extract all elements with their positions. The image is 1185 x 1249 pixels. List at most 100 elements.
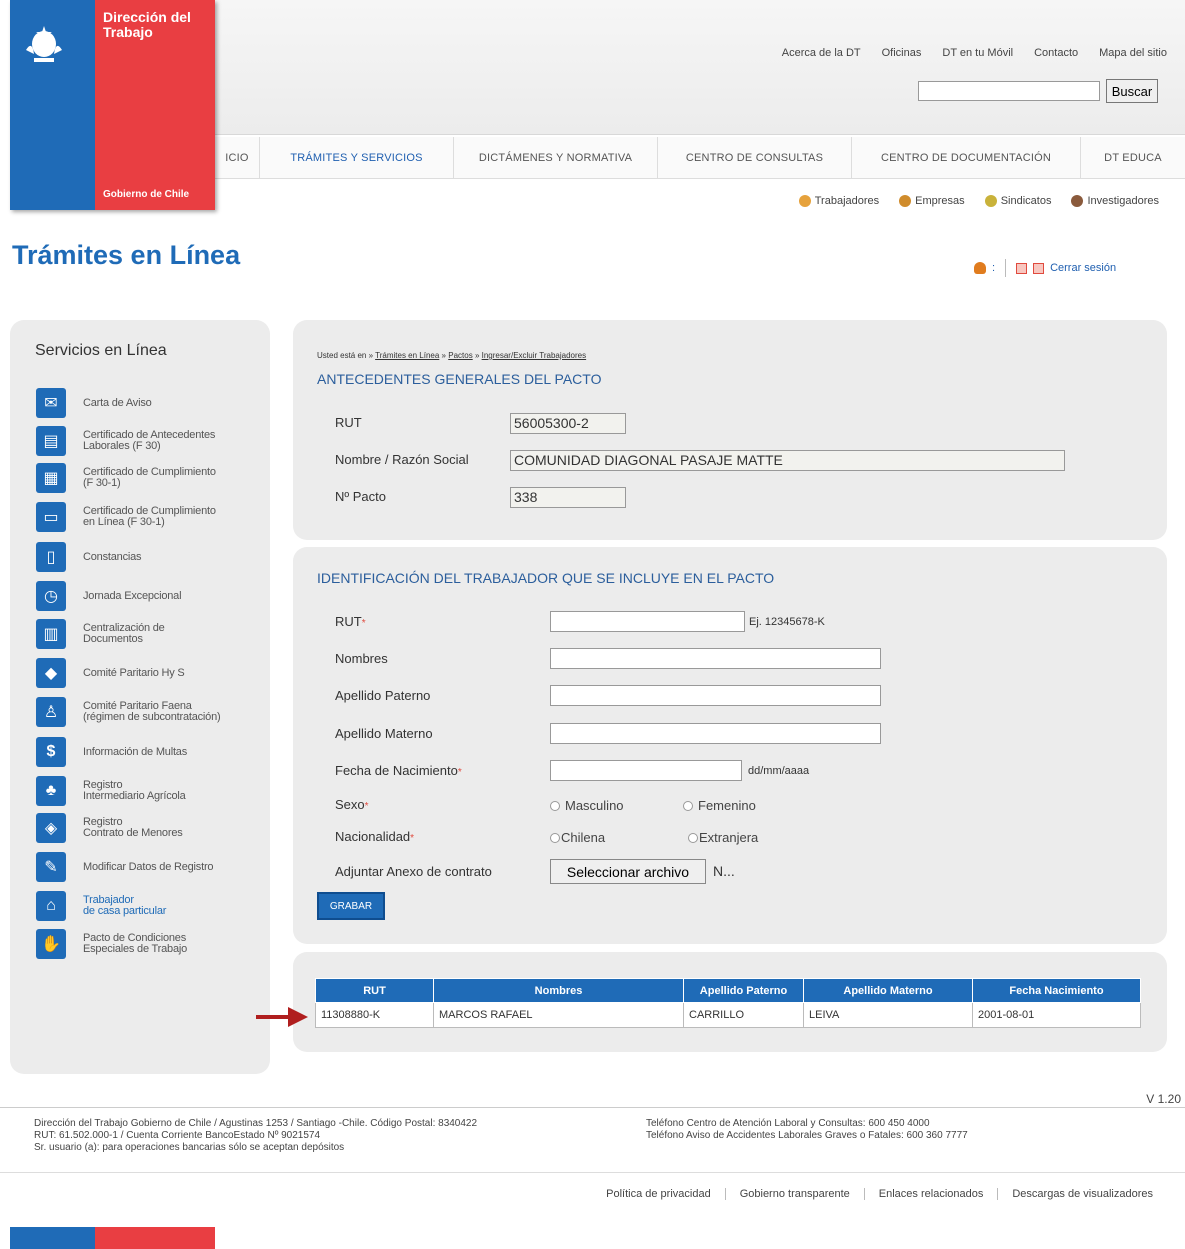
footer-line: RUT: 61.502.000-1 / Cuenta Corriente Ban… bbox=[34, 1130, 321, 1141]
footer-link-enlaces[interactable]: Enlaces relacionados bbox=[863, 1188, 998, 1200]
usertype-empresas[interactable]: Empresas bbox=[899, 195, 965, 207]
breadcrumb-prefix: Usted está en » bbox=[317, 351, 374, 360]
sidebar-item-comite-faena[interactable]: ♙ Comité Paritario Faena (régimen de subc… bbox=[36, 697, 221, 727]
nat-radio-chilena[interactable]: Chilena bbox=[550, 830, 605, 845]
required-mark: * bbox=[457, 767, 462, 778]
breadcrumb-current[interactable]: Ingresar/Excluir Trabajadores bbox=[482, 351, 587, 360]
toplink-acerca[interactable]: Acerca de la DT bbox=[782, 47, 861, 59]
worker-icon: ♙ bbox=[36, 697, 66, 727]
radio-label: Extranjera bbox=[699, 830, 759, 845]
sidebar-item-f30-1[interactable]: ▦ Certificado de Cumplimiento (F 30-1) bbox=[36, 463, 216, 493]
edit-icon: ✎ bbox=[36, 852, 66, 882]
footer-line: Teléfono Aviso de Accidentes Laborales G… bbox=[646, 1130, 968, 1141]
nav-dt-educa[interactable]: DT EDUCA bbox=[1081, 137, 1185, 179]
logout-link[interactable]: Cerrar sesión bbox=[1050, 262, 1116, 274]
footer-divider bbox=[0, 1107, 1185, 1108]
usertype-investigadores[interactable]: Investigadores bbox=[1071, 195, 1159, 207]
general-panel: Usted está en » Trámites en Línea » Pact… bbox=[293, 320, 1167, 540]
footer-brand-bar bbox=[10, 1227, 215, 1249]
nav-inicio[interactable]: ICIO bbox=[215, 137, 260, 179]
toplink-mapa[interactable]: Mapa del sitio bbox=[1099, 47, 1167, 59]
breadcrumb-pactos[interactable]: Pactos bbox=[448, 351, 472, 360]
breadcrumb-tramites[interactable]: Trámites en Línea bbox=[375, 351, 439, 360]
handshake-icon: ✋ bbox=[36, 929, 66, 959]
nombres-input[interactable] bbox=[550, 648, 881, 669]
nationality-label-text: Nacionalidad bbox=[335, 829, 411, 844]
radio-circle[interactable] bbox=[688, 832, 698, 843]
nav-documentacion[interactable]: CENTRO DE DOCUMENTACIÓN bbox=[852, 137, 1081, 179]
col-nombres: Nombres bbox=[433, 978, 684, 1003]
sidebar-item-modificar[interactable]: ✎ Modificar Datos de Registro bbox=[36, 852, 214, 882]
nationality-label: Nacionalidad* bbox=[335, 829, 414, 844]
breadcrumb-sep: » bbox=[474, 351, 480, 360]
footer-link-privacidad[interactable]: Política de privacidad bbox=[592, 1188, 725, 1200]
sidebar-item-comite-hys[interactable]: ◆ Comité Paritario Hy S bbox=[36, 658, 185, 688]
search-input[interactable] bbox=[918, 81, 1100, 101]
top-links: Acerca de la DT Oficinas DT en tu Móvil … bbox=[782, 47, 1167, 59]
nat-radio-extranjera[interactable]: Extranjera bbox=[688, 830, 758, 845]
sidebar-item-constancias[interactable]: ▯ Constancias bbox=[36, 542, 142, 572]
close-session-icon[interactable] bbox=[1033, 262, 1045, 274]
paterno-input[interactable] bbox=[550, 685, 881, 706]
col-materno: Apellido Materno bbox=[803, 978, 973, 1003]
radio-circle[interactable] bbox=[683, 800, 693, 811]
card-icon[interactable] bbox=[1016, 262, 1028, 274]
rut-hint: Ej. 12345678-K bbox=[749, 616, 825, 628]
sidebar-item-casa-particular[interactable]: ⌂ Trabajador de casa particular bbox=[36, 891, 166, 921]
footer-divider bbox=[0, 1172, 1185, 1173]
brand-red bbox=[95, 1227, 215, 1249]
footer-line: Dirección del Trabajo Gobierno de Chile … bbox=[34, 1118, 478, 1129]
nav-dictamenes[interactable]: DICTÁMENES Y NORMATIVA bbox=[454, 137, 658, 179]
sidebar-item-f30-1-online[interactable]: ▭ Certificado de Cumplimiento en Línea (F… bbox=[36, 502, 216, 532]
sidebar-item-centralizacion[interactable]: ▥ Centralización de Documentos bbox=[36, 619, 165, 649]
sidebar-item-intermediario[interactable]: ♣ Registro Intermediario Agrícola bbox=[36, 776, 186, 806]
coat-of-arms-icon bbox=[26, 26, 62, 62]
nav-tramites[interactable]: TRÁMITES Y SERVICIOS bbox=[260, 137, 454, 179]
document-check-icon: ▦ bbox=[36, 463, 66, 493]
birth-input[interactable] bbox=[550, 760, 742, 781]
sidebar-item-label: Información de Multas bbox=[83, 745, 188, 758]
sidebar-item-f30[interactable]: ▤ Certificado de Antecedentes Laborales (… bbox=[36, 426, 215, 456]
sidebar-item-label: Certificado de Antecedentes Laborales (F… bbox=[83, 429, 216, 452]
researcher-icon bbox=[1071, 195, 1084, 207]
search-button[interactable]: Buscar bbox=[1106, 79, 1158, 103]
radio-circle[interactable] bbox=[550, 800, 560, 811]
required-mark: * bbox=[364, 801, 369, 812]
radio-circle[interactable] bbox=[550, 832, 560, 843]
nav-consultas[interactable]: CENTRO DE CONSULTAS bbox=[658, 137, 852, 179]
cell-nombres: MARCOS RAFAEL bbox=[433, 1002, 684, 1028]
footer-link-transparente[interactable]: Gobierno transparente bbox=[724, 1188, 864, 1200]
toplink-oficinas[interactable]: Oficinas bbox=[882, 47, 922, 59]
sidebar-item-pacto[interactable]: ✋ Pacto de Condiciones Especiales de Trab… bbox=[36, 929, 187, 959]
file-select-button[interactable]: Seleccionar archivo bbox=[550, 859, 706, 884]
user-icon bbox=[974, 262, 986, 274]
materno-input[interactable] bbox=[550, 723, 881, 744]
toplink-movil[interactable]: DT en tu Móvil bbox=[942, 47, 1013, 59]
site-logo[interactable]: Dirección del Trabajo Gobierno de Chile bbox=[10, 0, 215, 210]
toplink-contacto[interactable]: Contacto bbox=[1034, 47, 1078, 59]
birth-label-text: Fecha de Nacimiento bbox=[335, 763, 458, 778]
usertype-label: Sindicatos bbox=[1000, 195, 1052, 207]
sidebar-item-jornada[interactable]: ◷ Jornada Excepcional bbox=[36, 581, 182, 611]
paterno-label: Apellido Paterno bbox=[335, 688, 431, 703]
sidebar-item-label: Comité Paritario Faena (régimen de subco… bbox=[83, 700, 221, 723]
divider bbox=[1005, 259, 1007, 277]
save-button[interactable]: GRABAR bbox=[317, 892, 385, 920]
sidebar-item-menores[interactable]: ◈ Registro Contrato de Menores bbox=[36, 813, 183, 843]
pact-rut-field: 56005300-2 bbox=[510, 413, 626, 434]
sidebar-item-multas[interactable]: $ Información de Multas bbox=[36, 737, 187, 767]
pact-number-field: 338 bbox=[510, 487, 626, 508]
usertype-trabajadores[interactable]: Trabajadores bbox=[798, 195, 880, 207]
sidebar-item-label: Carta de Aviso bbox=[83, 396, 152, 409]
sidebar: Servicios en Línea ✉ Carta de Aviso ▤ Cert… bbox=[10, 320, 270, 1074]
usertype-label: Trabajadores bbox=[814, 195, 880, 207]
sidebar-item-carta-aviso[interactable]: ✉ Carta de Aviso bbox=[36, 388, 152, 418]
breadcrumb-sep: » bbox=[441, 351, 446, 360]
footer-link-descargas[interactable]: Descargas de visualizadores bbox=[997, 1188, 1167, 1200]
worker-rut-input[interactable] bbox=[550, 611, 745, 632]
sex-radio-masculino[interactable]: Masculino bbox=[550, 798, 624, 813]
radio-label: Chilena bbox=[561, 830, 606, 845]
sex-radio-femenino[interactable]: Femenino bbox=[683, 798, 756, 813]
header-bar bbox=[215, 0, 1185, 135]
usertype-sindicatos[interactable]: Sindicatos bbox=[984, 195, 1052, 207]
